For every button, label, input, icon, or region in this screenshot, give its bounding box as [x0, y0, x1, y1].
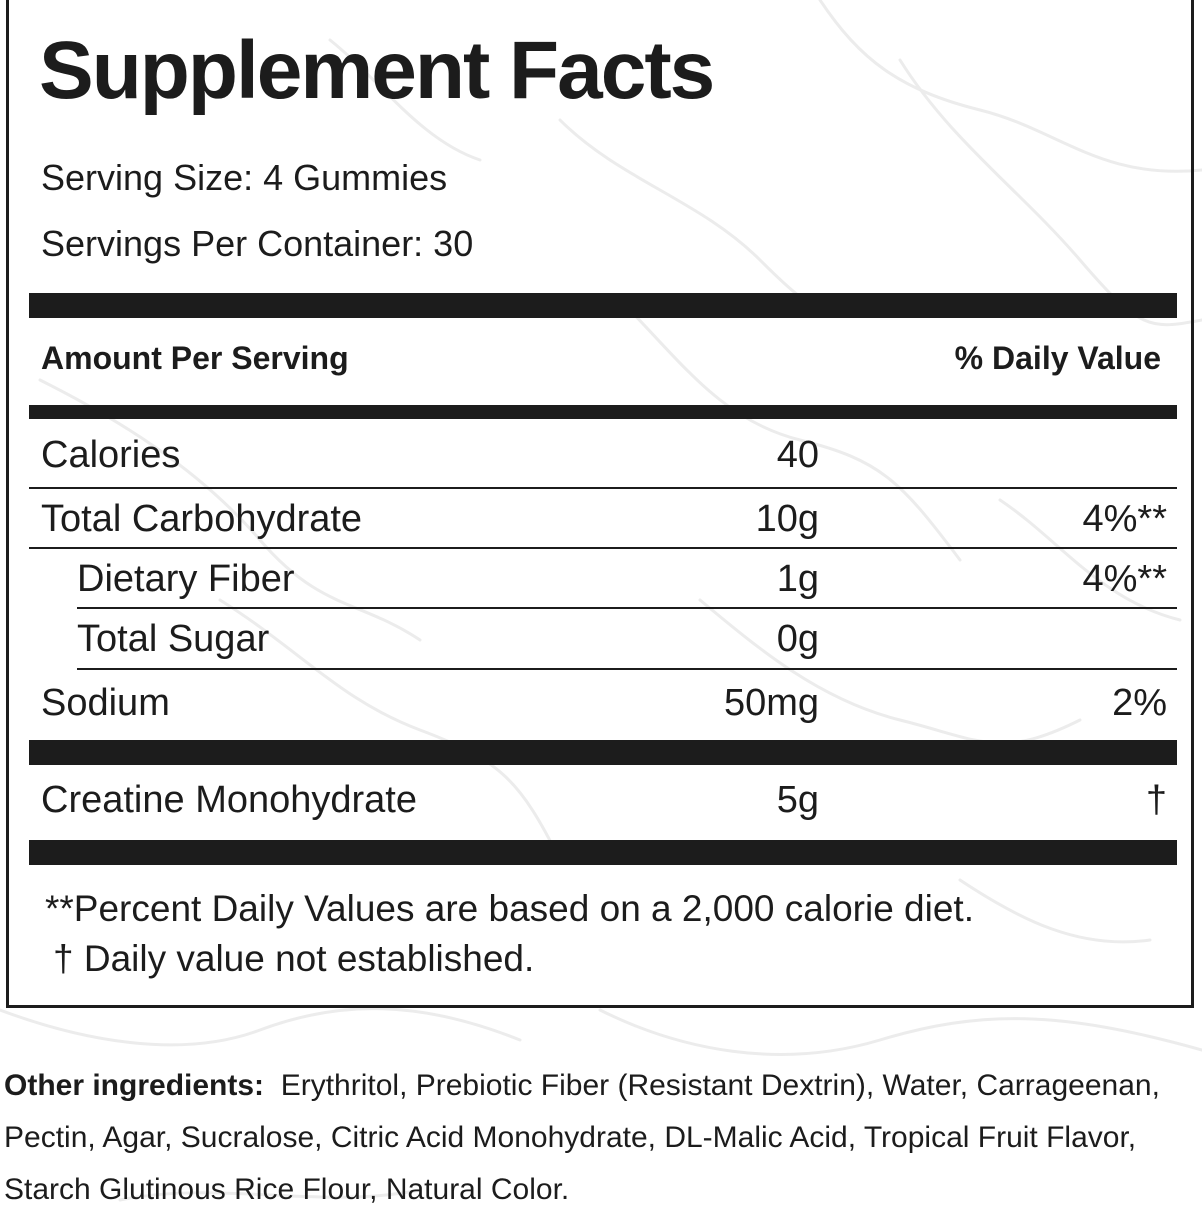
nutrient-row-calories: Calories 40 — [29, 425, 1177, 485]
nutrient-daily-value: † — [1145, 779, 1167, 821]
nutrient-row-total-sugar: Total Sugar 0g — [29, 609, 1177, 669]
nutrient-amount: 40 — [776, 434, 819, 476]
other-ingredients-label: Other ingredients: — [4, 1069, 265, 1102]
nutrient-amount: 1g — [776, 558, 819, 600]
serving-size: Serving Size: 4 Gummies — [41, 157, 448, 198]
nutrient-name: Total Sugar — [77, 618, 270, 660]
thick-divider — [29, 740, 1177, 765]
nutrient-name: Total Carbohydrate — [41, 498, 363, 540]
nutrient-amount: 50mg — [723, 682, 819, 724]
other-ingredients: Other ingredients: Erythritol, Prebiotic… — [4, 1060, 1194, 1216]
panel-title: Supplement Facts — [39, 25, 715, 116]
nutrient-daily-value: 4%** — [1082, 498, 1168, 540]
servings-per-container: Servings Per Container: 30 — [41, 223, 474, 264]
nutrient-amount: 5g — [776, 779, 819, 821]
nutrient-name: Dietary Fiber — [77, 558, 295, 600]
nutrient-name: Sodium — [41, 682, 170, 724]
row-divider — [77, 668, 1177, 670]
nutrient-row-creatine-monohydrate: Creatine Monohydrate 5g † — [29, 770, 1177, 830]
thick-divider — [29, 293, 1177, 318]
thick-divider — [29, 840, 1177, 865]
footnote-percent-daily-values: **Percent Daily Values are based on a 2,… — [45, 888, 974, 929]
daily-value-heading: % Daily Value — [954, 340, 1161, 376]
nutrient-name: Calories — [41, 434, 181, 476]
nutrient-row-sodium: Sodium 50mg 2% — [29, 673, 1177, 733]
amount-per-serving-heading: Amount Per Serving — [41, 340, 349, 376]
medium-divider — [29, 405, 1177, 419]
nutrient-row-dietary-fiber: Dietary Fiber 1g 4%** — [29, 549, 1177, 609]
nutrient-row-total-carbohydrate: Total Carbohydrate 10g 4%** — [29, 489, 1177, 549]
nutrient-name: Creatine Monohydrate — [41, 779, 417, 821]
footnote-daily-value-not-established: † Daily value not established. — [53, 938, 535, 979]
nutrient-daily-value: 2% — [1112, 682, 1167, 724]
nutrient-amount: 0g — [776, 618, 819, 660]
supplement-facts-panel: Supplement Facts Serving Size: 4 Gummies… — [6, 0, 1194, 1008]
nutrient-amount: 10g — [755, 498, 819, 540]
nutrient-daily-value: 4%** — [1082, 558, 1168, 600]
